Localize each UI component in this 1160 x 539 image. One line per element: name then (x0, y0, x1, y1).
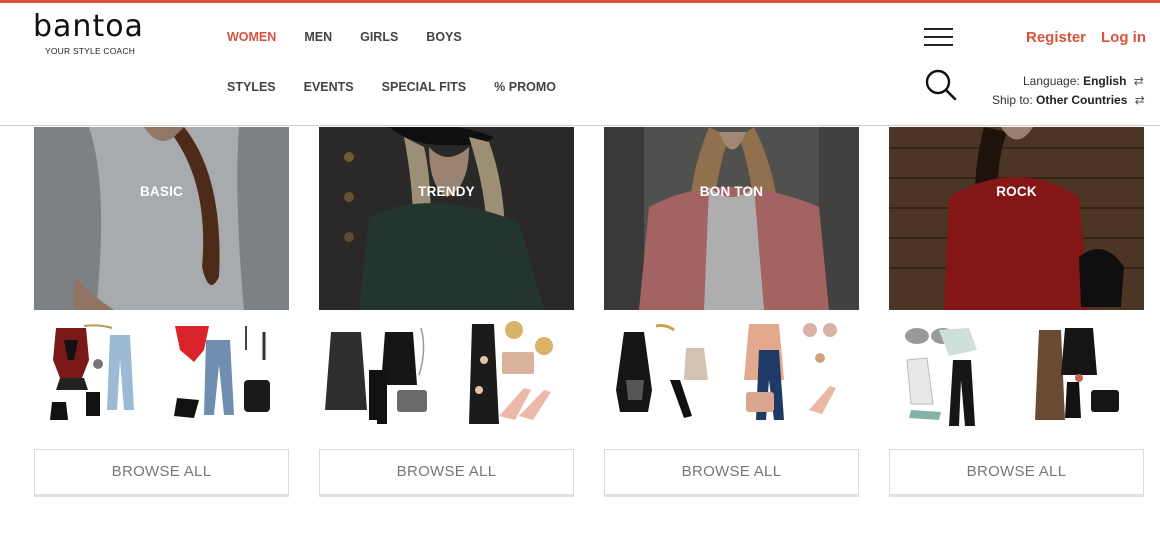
style-hero-image[interactable]: BON TON (604, 127, 859, 310)
ship-label: Ship to: (992, 93, 1033, 107)
language-label: Language: (1023, 74, 1080, 88)
outfit-thumbnails[interactable] (319, 320, 574, 430)
style-card-basic: BASIC BROWSE ALL (34, 127, 289, 497)
style-hero-image[interactable]: TRENDY (319, 127, 574, 310)
login-link[interactable]: Log in (1101, 29, 1146, 46)
ship-value: Other Countries (1036, 93, 1128, 107)
register-link[interactable]: Register (1026, 29, 1086, 46)
style-title: ROCK (996, 184, 1037, 199)
style-title: BON TON (699, 184, 764, 199)
nav-women[interactable]: WOMEN (227, 30, 276, 44)
style-card-rock: ROCK BROWSE ALL (889, 127, 1144, 497)
browse-all-button[interactable]: BROWSE ALL (889, 449, 1144, 497)
secondary-nav: STYLES EVENTS SPECIAL FITS % PROMO (227, 80, 584, 94)
brand-name: bantoa (33, 9, 144, 44)
language-value: English (1083, 74, 1127, 88)
style-title: TRENDY (418, 184, 475, 199)
hamburger-menu-icon[interactable] (924, 28, 953, 48)
brand-tagline: YOUR STYLE COACH (45, 46, 136, 56)
style-hero-image[interactable]: BASIC (34, 127, 289, 310)
outfit-thumbnails[interactable] (604, 320, 859, 430)
outfit-thumbnails[interactable] (889, 320, 1144, 430)
browse-all-button[interactable]: BROWSE ALL (319, 449, 574, 497)
site-header: bantoa YOUR STYLE COACH WOMEN MEN GIRLS … (0, 3, 1160, 126)
style-card-trendy: TRENDY BROWSE ALL (319, 127, 574, 497)
brand-logo[interactable]: bantoa YOUR STYLE COACH (33, 9, 153, 57)
primary-nav: WOMEN MEN GIRLS BOYS (227, 30, 490, 44)
style-hero-image[interactable]: ROCK (889, 127, 1144, 310)
swap-arrows-icon: ⇄ (1133, 74, 1144, 88)
ship-to-selector[interactable]: Ship to: Other Countries ⇄ (992, 93, 1145, 107)
search-icon[interactable] (924, 68, 958, 102)
nav-men[interactable]: MEN (304, 30, 332, 44)
nav-events[interactable]: EVENTS (304, 80, 354, 94)
nav-styles[interactable]: STYLES (227, 80, 276, 94)
style-card-bon-ton: BON TON BROWSE ALL (604, 127, 859, 497)
nav-girls[interactable]: GIRLS (360, 30, 398, 44)
nav-boys[interactable]: BOYS (426, 30, 461, 44)
style-title: BASIC (139, 184, 183, 199)
browse-all-button[interactable]: BROWSE ALL (604, 449, 859, 497)
browse-all-button[interactable]: BROWSE ALL (34, 449, 289, 497)
swap-arrows-icon: ⇄ (1134, 93, 1145, 107)
language-selector[interactable]: Language: English ⇄ (1023, 74, 1144, 88)
outfit-thumbnails[interactable] (34, 320, 289, 430)
nav-special-fits[interactable]: SPECIAL FITS (382, 80, 467, 94)
nav-promo[interactable]: % PROMO (494, 80, 556, 94)
